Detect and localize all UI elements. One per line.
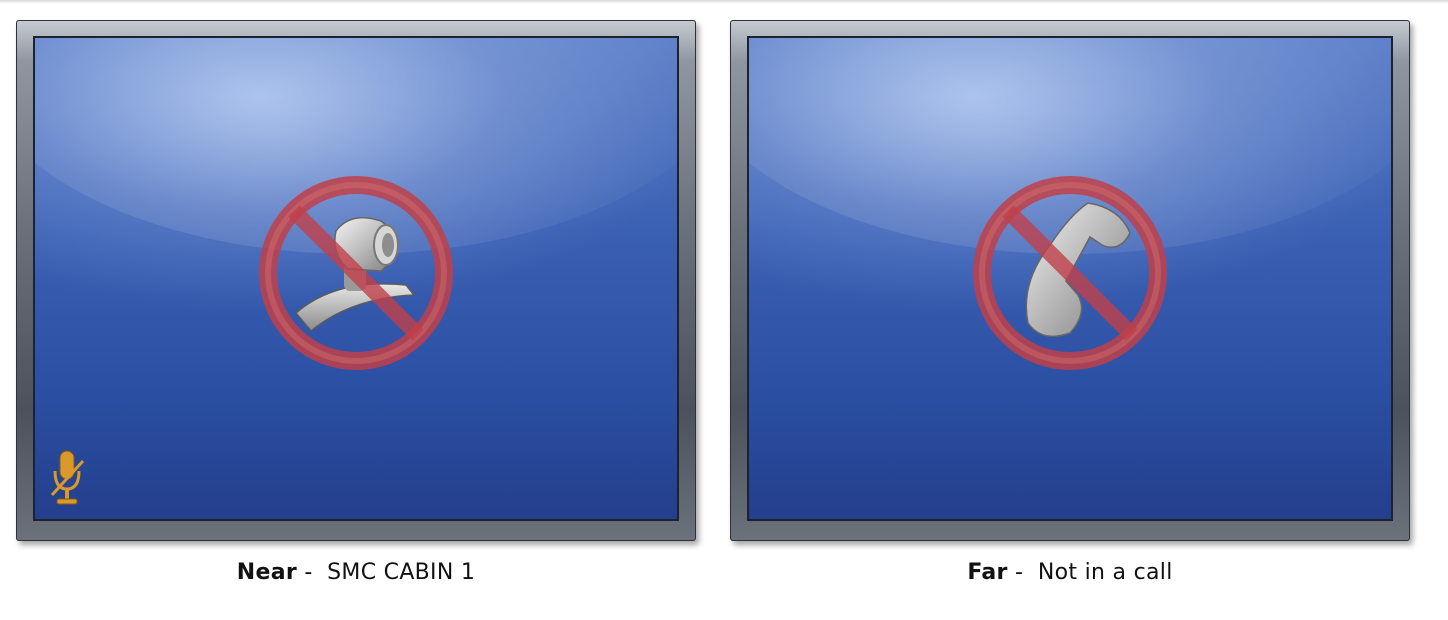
far-video-screen[interactable] [747, 36, 1393, 521]
no-camera-icon [256, 173, 456, 373]
near-role-label: Near [236, 560, 298, 585]
near-site-name: SMC CABIN 1 [327, 560, 476, 585]
near-video-frame [16, 20, 696, 541]
far-video-frame [730, 20, 1410, 541]
microphone-muted-icon[interactable] [49, 449, 85, 509]
far-separator: - [1007, 560, 1038, 585]
near-separator: - [297, 560, 328, 585]
near-caption: Near - SMC CABIN 1 [16, 560, 696, 585]
near-video-screen[interactable] [33, 36, 679, 521]
far-role-label: Far [967, 560, 1008, 585]
far-caption: Far - Not in a call [730, 560, 1410, 585]
far-site-name: Not in a call [1037, 560, 1173, 585]
top-divider [0, 0, 1448, 4]
no-call-icon [970, 173, 1170, 373]
